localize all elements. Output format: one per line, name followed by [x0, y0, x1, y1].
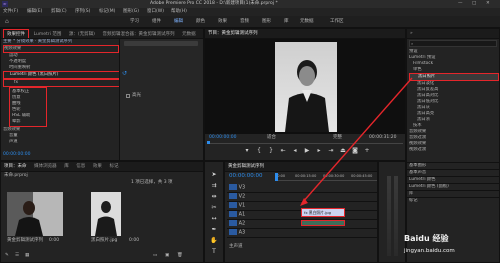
annotation-arrow: [300, 77, 413, 206]
watermark-url: jingyan.baidu.com: [404, 248, 455, 254]
watermark: Baidu 经验 jingyan.baidu.com: [402, 232, 498, 260]
watermark-brand: Baidu 经验: [404, 234, 449, 243]
